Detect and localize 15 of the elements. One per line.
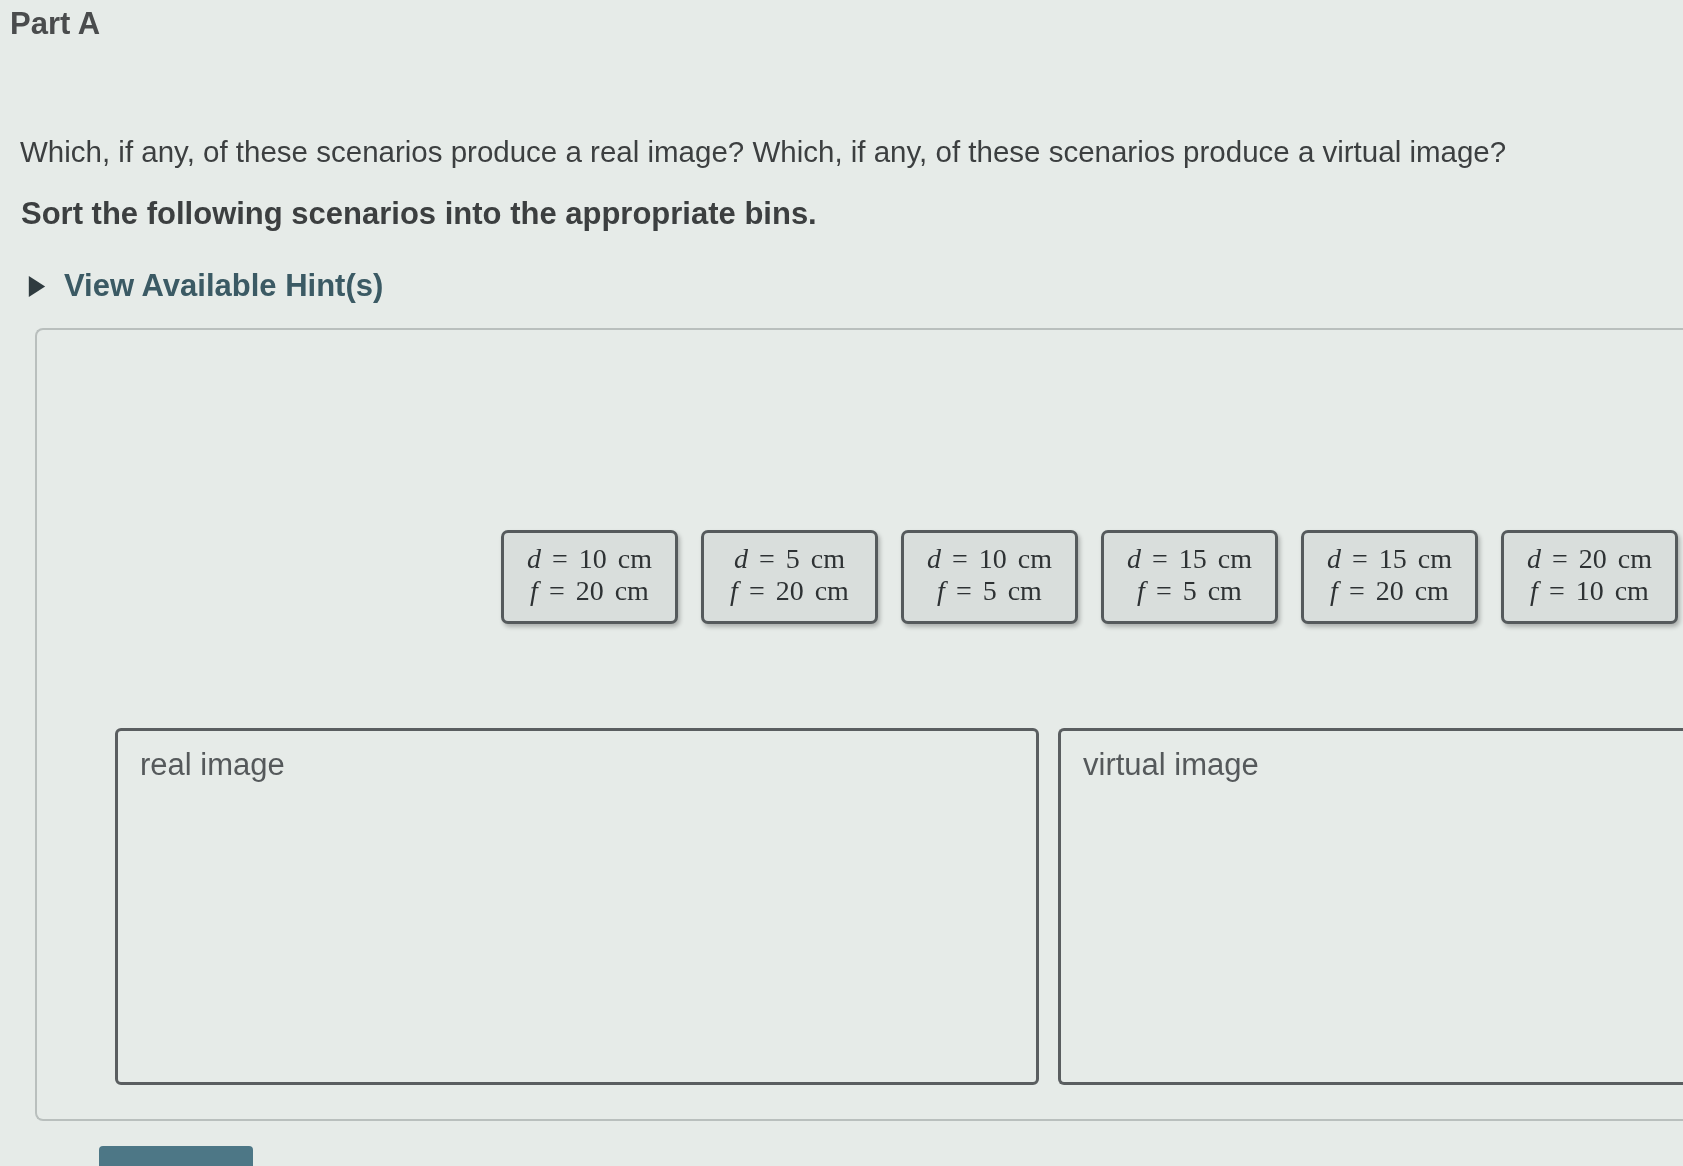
drop-zone[interactable]: virtual image [1058, 728, 1683, 1085]
bin-label: virtual image [1083, 747, 1259, 783]
hint-link[interactable]: View Available Hint(s) [64, 268, 384, 304]
scenario-card[interactable]: d = 5 cm f = 20 cm [701, 530, 878, 624]
scenario-card[interactable]: d = 10 cm f = 5 cm [901, 530, 1078, 624]
part-title: Part A [10, 6, 101, 42]
drop-zone[interactable]: real image [115, 728, 1039, 1085]
question-text: Which, if any, of these scenarios produce a real image? Which, if any, of these scenarios produce a virtual image? [20, 134, 1507, 170]
scenario-card[interactable]: d = 15 cm f = 20 cm [1301, 530, 1478, 624]
bin-label: real image [140, 747, 285, 783]
scenario-card[interactable]: d = 20 cm f = 10 cm [1501, 530, 1678, 624]
scenario-card[interactable]: d = 10 cm f = 20 cm [501, 530, 678, 624]
caret-icon[interactable] [28, 275, 46, 297]
scenario-card[interactable]: d = 15 cm f = 5 cm [1101, 530, 1278, 624]
instruction-text: Sort the following scenarios into the appropriate bins. [21, 196, 817, 232]
